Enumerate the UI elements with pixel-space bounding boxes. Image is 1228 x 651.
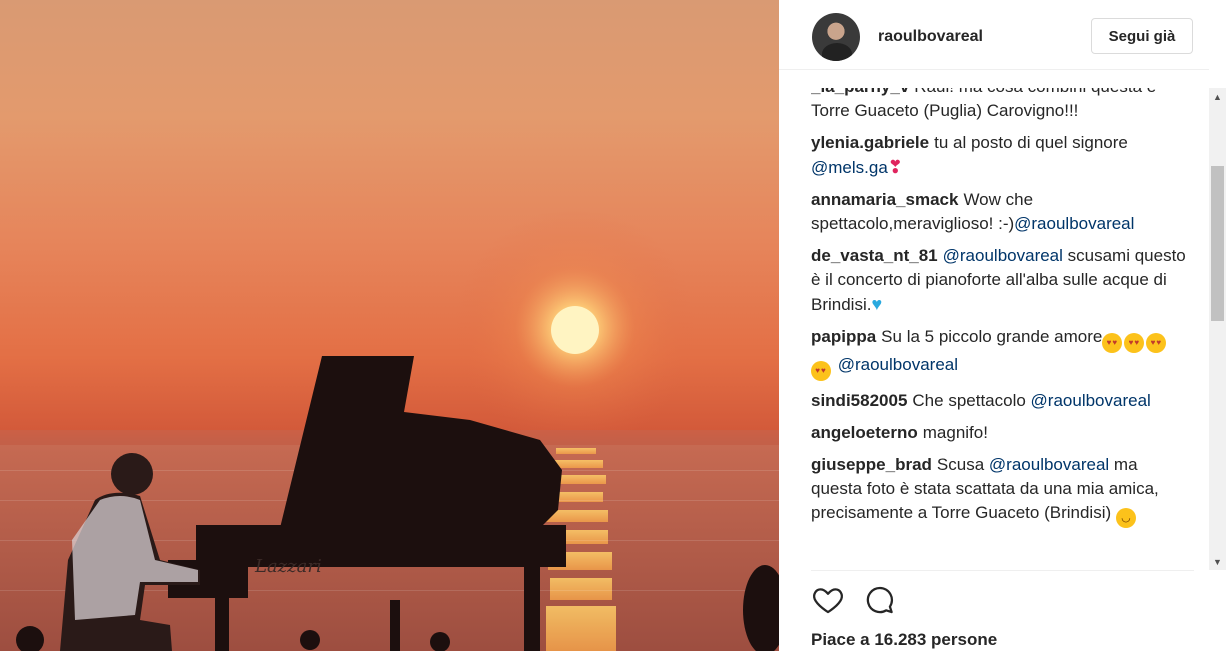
mention-link[interactable]: @raoulbovareal: [943, 246, 1063, 265]
post-actions: [811, 583, 1011, 619]
sweat-smile-emoji-icon: ◡: [1115, 508, 1136, 528]
comment-item: giuseppe_brad Scusa @raoulbovareal ma que…: [811, 453, 1189, 528]
comment-username[interactable]: _la_parny_v: [811, 88, 909, 96]
piano-brand-text: Lazzari: [254, 556, 322, 577]
post-photo[interactable]: Lazzari: [0, 0, 779, 651]
comment-username[interactable]: ylenia.gabriele: [811, 133, 929, 152]
scrollbar-thumb[interactable]: [1211, 166, 1224, 321]
follow-button[interactable]: Segui già: [1091, 18, 1193, 54]
comment-username[interactable]: annamaria_smack: [811, 190, 958, 209]
blue-heart-emoji-icon: ♥: [871, 294, 883, 314]
scroll-down-arrow-icon[interactable]: ▼: [1209, 553, 1226, 570]
comment-item: annamaria_smack Wow che spettacolo,meravi…: [811, 188, 1189, 236]
comment-username[interactable]: de_vasta_nt_81: [811, 246, 938, 265]
sun-shape: [551, 306, 599, 354]
likes-count[interactable]: Piace a 16.283 persone: [811, 630, 997, 650]
username-link[interactable]: raoulbovareal: [878, 28, 983, 46]
comment-username[interactable]: angeloeterno: [811, 423, 918, 442]
avatar[interactable]: [812, 13, 860, 61]
comment-username[interactable]: papippa: [811, 327, 876, 346]
scroll-up-arrow-icon[interactable]: ▲: [1209, 88, 1226, 105]
comment-username[interactable]: sindi582005: [811, 391, 907, 410]
mention-link[interactable]: @mels.ga: [811, 158, 888, 177]
heart-eyes-emoji-icon: ♥♥: [1146, 333, 1167, 353]
comment-item: _la_parny_vRaul! ma cosa combini questa …: [811, 88, 1189, 123]
sunset-piano-image: Lazzari: [0, 0, 779, 651]
comment-item: angeloeterno magnifo!: [811, 421, 1189, 445]
comment-item: de_vasta_nt_81 @raoulbovareal scusami que…: [811, 244, 1189, 317]
divider: [811, 570, 1194, 571]
mention-link[interactable]: @raoulbovareal: [989, 455, 1109, 474]
heart-outline-icon[interactable]: [811, 583, 845, 617]
comment-text: Scusa: [936, 455, 989, 474]
heart-eyes-emoji-icon: ♥♥: [1124, 333, 1145, 353]
comment-item: sindi582005 Che spettacolo @raoulbovareal: [811, 389, 1189, 413]
comments-list[interactable]: _la_parny_vRaul! ma cosa combini questa …: [811, 88, 1189, 570]
comment-text: tu al posto di quel signore: [934, 133, 1128, 152]
comment-text: Su la 5 piccolo grande amore: [881, 327, 1103, 346]
two-hearts-emoji-icon: ❣: [887, 157, 903, 177]
comment-text: magnifo!: [922, 423, 988, 442]
mention-link[interactable]: @raoulbovareal: [1014, 214, 1134, 233]
comments-scroll-content: _la_parny_vRaul! ma cosa combini questa …: [811, 88, 1189, 536]
comments-scrollbar[interactable]: ▲ ▼: [1209, 88, 1226, 570]
heart-eyes-emoji-icon: ♥♥: [1102, 333, 1123, 353]
heart-eyes-emoji-icon: ♥♥: [811, 361, 831, 381]
post-side-panel: raoulbovareal Segui già _la_parny_vRaul!…: [779, 0, 1228, 651]
comment-item: papippa Su la 5 piccolo grande amore ♥♥ ♥♥ ♥…: [811, 325, 1189, 381]
comment-username[interactable]: giuseppe_brad: [811, 455, 932, 474]
mention-link[interactable]: @raoulbovareal: [1031, 391, 1151, 410]
comment-text: Che spettacolo: [912, 391, 1031, 410]
speech-bubble-icon[interactable]: [863, 583, 897, 617]
comment-item: ylenia.gabriele tu al posto di quel signo…: [811, 131, 1189, 180]
post-header: raoulbovareal Segui già: [779, 0, 1209, 70]
mention-link[interactable]: @raoulbovareal: [838, 355, 958, 374]
